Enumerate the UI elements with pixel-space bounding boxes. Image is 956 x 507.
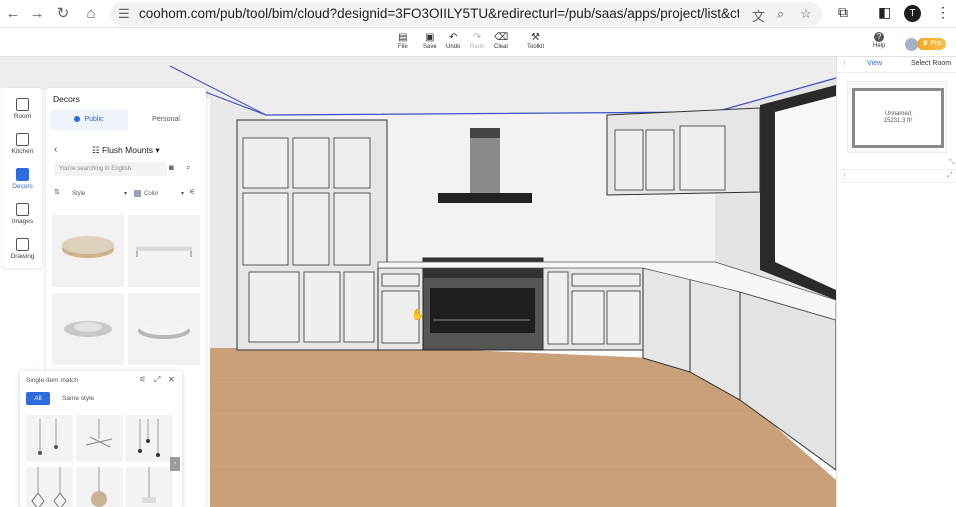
tab-public[interactable]: Public (50, 110, 128, 130)
drag-handle-icon[interactable]: ⋮ (841, 172, 848, 180)
kitchen-icon (16, 133, 29, 146)
extensions-icon[interactable]: ⧉ (838, 4, 848, 21)
app-root: ← → ↻ ⌂ ☰ coohom.com/pub/tool/bim/cloud?… (0, 0, 956, 507)
crown-icon: ♛ (922, 40, 931, 47)
reload-icon[interactable]: ↻ (53, 4, 73, 24)
file-icon: ▤ (398, 32, 408, 43)
expand-icon[interactable]: ⤢ (947, 172, 953, 180)
list-icon: ☷ (92, 145, 102, 155)
category-dropdown[interactable]: ☷ Flush Mounts ▾ (92, 145, 160, 156)
chevron-right-icon[interactable]: › (170, 457, 180, 471)
product-card[interactable] (128, 215, 200, 287)
menu-kebab-icon[interactable]: ⋮ (936, 4, 950, 21)
drag-handle-icon[interactable]: ⋮ (841, 60, 848, 68)
address-bar[interactable]: ☰ coohom.com/pub/tool/bim/cloud?designid… (110, 2, 822, 26)
back-chevron-icon[interactable]: ‹ (54, 144, 57, 155)
rail-item-kitchen[interactable]: Kitchen (3, 133, 42, 155)
chevron-down-icon: ▾ (180, 191, 184, 197)
camera-icon (16, 203, 29, 216)
floor-plan-minimap[interactable]: Unnamed 15231.3 ft² (847, 81, 947, 153)
panel-divider: ⋮ ⤢ (837, 169, 956, 183)
pro-badge[interactable]: ♛ Pro (917, 38, 947, 50)
clear-button[interactable]: ⌫ Clear (494, 32, 508, 50)
file-button[interactable]: ▤ File (398, 32, 408, 50)
rail-item-room[interactable]: Room (3, 98, 42, 120)
match-card[interactable] (26, 467, 73, 507)
match-card[interactable] (126, 467, 173, 507)
filter-all-button[interactable]: All (26, 392, 50, 405)
room-outline: Unnamed 15231.3 ft² (852, 88, 944, 148)
chevron-down-icon: ▾ (123, 191, 127, 197)
filter-same-style-button[interactable]: Same style (56, 392, 100, 405)
wrench-icon: ⚒ (531, 32, 540, 43)
home-icon[interactable]: ⌂ (81, 4, 101, 24)
room-area: 15231.3 ft² (883, 118, 913, 124)
right-panel: ⋮ View Select Room Unnamed 15231.3 ft² ⤡ … (836, 57, 956, 507)
forward-arrow-icon[interactable]: → (27, 4, 47, 24)
image-search-icon[interactable]: ◙ (169, 163, 174, 172)
color-filter[interactable]: Color ▾ (134, 188, 184, 200)
match-card[interactable] (126, 415, 173, 462)
url-text[interactable]: coohom.com/pub/tool/bim/cloud?designid=3… (139, 6, 739, 21)
redo-icon: ↷ (472, 32, 482, 43)
product-card[interactable] (128, 293, 200, 365)
decors-icon (16, 168, 29, 181)
color-swatch (134, 189, 141, 197)
product-card[interactable] (52, 293, 124, 365)
filter-icon[interactable]: ⚟ (139, 375, 146, 384)
sort-icon[interactable]: ⇅ (54, 188, 60, 196)
match-card[interactable] (76, 415, 123, 462)
help-icon: ? (874, 32, 885, 42)
resize-icon[interactable]: ⤡ (949, 159, 955, 167)
eraser-icon: ⌫ (494, 32, 509, 43)
source-tabs: Public Personal (50, 110, 202, 130)
tab-view[interactable]: View (867, 60, 882, 67)
panel-title: Decors (53, 94, 80, 104)
rail-item-images[interactable]: Images (3, 203, 42, 225)
search-input[interactable]: You're searching in English (54, 162, 167, 176)
left-rail: Room Kitchen Decors Images Drawing (3, 88, 42, 268)
app-toolbar: ▤ File ▣ Save ↶ Undo ↷ Redo ⌫ Clear ⚒ Toolkit … (0, 29, 956, 57)
tab-personal[interactable]: Personal (130, 110, 202, 130)
popup-title: Single-item match (26, 377, 79, 384)
rail-item-drawing[interactable]: Drawing (3, 238, 42, 260)
bookmark-star-icon[interactable]: ☆ (800, 6, 812, 22)
tab-select-room[interactable]: Select Room (911, 60, 951, 67)
redo-button[interactable]: ↷ Redo (470, 32, 484, 50)
product-card[interactable] (52, 215, 124, 287)
rail-item-decors[interactable]: Decors (3, 168, 42, 190)
profile-avatar[interactable]: T (904, 5, 921, 22)
translate-icon[interactable]: 文 (752, 6, 765, 25)
match-card[interactable] (76, 467, 123, 507)
view-tabs: ⋮ View Select Room (837, 57, 956, 73)
browser-chrome: ← → ↻ ⌂ ☰ coohom.com/pub/tool/bim/cloud?… (0, 0, 956, 28)
match-card[interactable] (26, 415, 73, 462)
chevron-down-icon: ▾ (153, 145, 160, 155)
single-item-match-panel: Single-item match ⚟ ⤢ ✕ All Same style › (20, 371, 182, 507)
room-name: Unnamed (884, 111, 911, 117)
filter-settings-icon[interactable]: ⚟ (189, 188, 195, 196)
toolkit-button[interactable]: ⚒ Toolkit (527, 32, 544, 50)
site-info-icon[interactable]: ☰ (118, 6, 130, 22)
search-icon[interactable]: ⌕ (186, 163, 190, 173)
zoom-icon[interactable]: ⌕ (777, 6, 784, 22)
side-panel-icon[interactable]: ◧ (878, 4, 891, 21)
save-icon: ▣ (425, 32, 435, 43)
expand-icon[interactable]: ⤢ (154, 375, 160, 385)
help-button[interactable]: ? Help (873, 32, 885, 49)
save-button[interactable]: ▣ Save (423, 32, 437, 50)
undo-button[interactable]: ↶ Undo (446, 32, 460, 50)
room-icon (16, 98, 29, 111)
drawing-icon (16, 238, 29, 251)
globe-icon (74, 116, 81, 123)
style-filter[interactable]: Style ▾ (72, 188, 127, 200)
svg-text:✋: ✋ (411, 308, 425, 321)
close-icon[interactable]: ✕ (168, 375, 175, 384)
back-arrow-icon[interactable]: ← (3, 4, 23, 24)
undo-icon: ↶ (448, 32, 458, 43)
